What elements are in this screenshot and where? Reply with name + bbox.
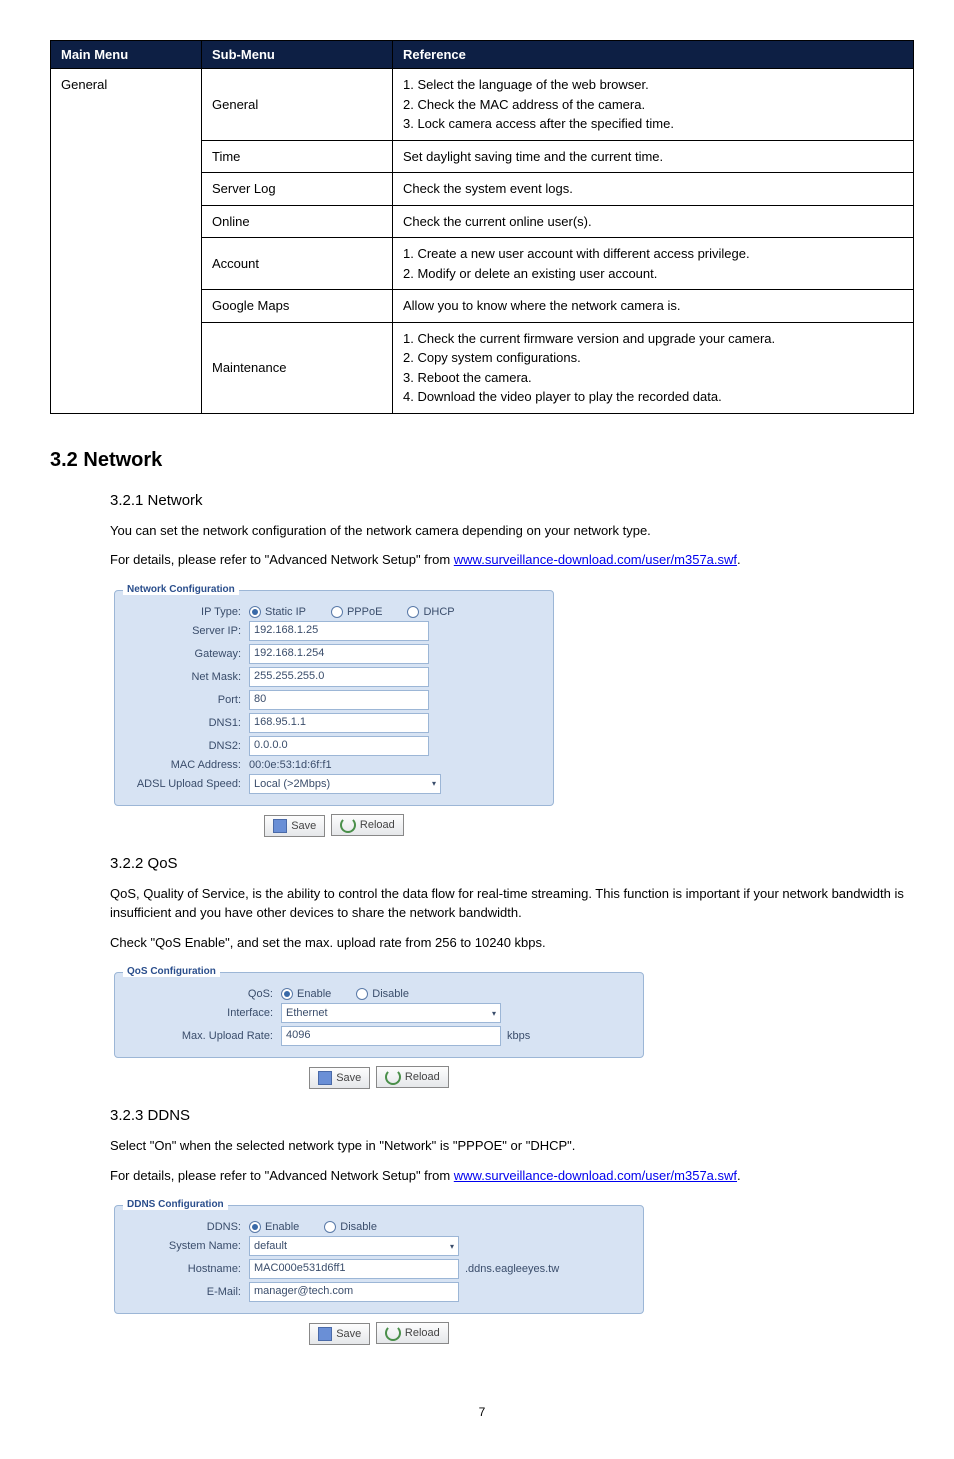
dns2-input[interactable]: 0.0.0.0	[249, 736, 429, 756]
field-label: DDNS:	[123, 1221, 249, 1233]
dns1-input[interactable]: 168.95.1.1	[249, 713, 429, 733]
field-label: Max. Upload Rate:	[123, 1030, 281, 1042]
email-input[interactable]: manager@tech.com	[249, 1282, 459, 1302]
netmask-input[interactable]: 255.255.255.0	[249, 667, 429, 687]
radio-ddns-disable[interactable]: Disable	[324, 1221, 377, 1233]
table-cell-ref: 1. Select the language of the web browse…	[393, 69, 914, 141]
table-cell-sub: Online	[202, 205, 393, 238]
field-label: DNS1:	[123, 717, 249, 729]
field-label: Server IP:	[123, 625, 249, 637]
subsection-heading: 3.2.1 Network	[110, 492, 914, 509]
doc-link[interactable]: www.surveillance-download.com/user/m357a…	[454, 1168, 737, 1183]
paragraph: Check "QoS Enable", and set the max. upl…	[110, 933, 914, 953]
interface-select[interactable]: Ethernet▾	[281, 1003, 501, 1023]
radio-pppoe[interactable]: PPPoE	[331, 606, 382, 618]
ddns-config-panel: DDNS Configuration DDNS: Enable Disable …	[114, 1205, 644, 1314]
field-label: DNS2:	[123, 740, 249, 752]
table-cell-ref: 1. Check the current firmware version an…	[393, 322, 914, 413]
max-upload-input[interactable]: 4096	[281, 1026, 501, 1046]
subsection-heading: 3.2.3 DDNS	[110, 1107, 914, 1124]
field-label: Hostname:	[123, 1263, 249, 1275]
field-label: ADSL Upload Speed:	[123, 778, 249, 790]
save-icon	[318, 1071, 332, 1085]
table-cell-ref: 1. Create a new user account with differ…	[393, 238, 914, 290]
network-config-panel: Network Configuration IP Type: Static IP…	[114, 590, 554, 806]
radio-qos-disable[interactable]: Disable	[356, 988, 409, 1000]
save-icon	[318, 1327, 332, 1341]
unit-label: kbps	[507, 1030, 530, 1042]
table-cell-ref: Check the system event logs.	[393, 173, 914, 206]
panel-title: DDNS Configuration	[123, 1199, 228, 1210]
qos-config-panel: QoS Configuration QoS: Enable Disable In…	[114, 972, 644, 1058]
mac-value: 00:0e:53:1d:6f:f1	[249, 759, 332, 771]
save-button[interactable]: Save	[309, 1323, 370, 1345]
table-header-sub: Sub-Menu	[202, 41, 393, 69]
save-button[interactable]: Save	[309, 1067, 370, 1089]
radio-qos-enable[interactable]: Enable	[281, 988, 331, 1000]
field-label: E-Mail:	[123, 1286, 249, 1298]
reference-table: Main Menu Sub-Menu Reference General Gen…	[50, 40, 914, 414]
field-label: Gateway:	[123, 648, 249, 660]
field-label: Net Mask:	[123, 671, 249, 683]
reload-icon	[385, 1325, 401, 1341]
paragraph: For details, please refer to "Advanced N…	[110, 1166, 914, 1186]
radio-dhcp[interactable]: DHCP	[407, 606, 454, 618]
paragraph: QoS, Quality of Service, is the ability …	[110, 884, 914, 923]
table-cell-sub: Time	[202, 140, 393, 173]
panel-title: Network Configuration	[123, 584, 239, 595]
server-ip-input[interactable]: 192.168.1.25	[249, 621, 429, 641]
radio-static-ip[interactable]: Static IP	[249, 606, 306, 618]
table-cell-sub: General	[202, 69, 393, 141]
subsection-heading: 3.2.2 QoS	[110, 855, 914, 872]
table-header-main: Main Menu	[51, 41, 202, 69]
chevron-down-icon: ▾	[432, 779, 436, 788]
doc-link[interactable]: www.surveillance-download.com/user/m357a…	[454, 552, 737, 567]
table-cell-sub: Server Log	[202, 173, 393, 206]
save-icon	[273, 819, 287, 833]
hostname-suffix: .ddns.eagleeyes.tw	[465, 1263, 559, 1275]
table-cell-sub: Maintenance	[202, 322, 393, 413]
paragraph: Select "On" when the selected network ty…	[110, 1136, 914, 1156]
paragraph: You can set the network configuration of…	[110, 521, 914, 541]
chevron-down-icon: ▾	[450, 1242, 454, 1251]
field-label: System Name:	[123, 1240, 249, 1252]
adsl-select[interactable]: Local (>2Mbps)▾	[249, 774, 441, 794]
reload-icon	[385, 1069, 401, 1085]
reload-button[interactable]: Reload	[376, 1322, 449, 1344]
page-number: 7	[50, 1405, 914, 1419]
panel-title: QoS Configuration	[123, 966, 220, 977]
field-label: MAC Address:	[123, 759, 249, 771]
table-cell-main: General	[51, 69, 202, 414]
field-label: QoS:	[123, 988, 281, 1000]
table-cell-sub: Google Maps	[202, 290, 393, 323]
field-label: IP Type:	[123, 606, 249, 618]
table-header-ref: Reference	[393, 41, 914, 69]
field-label: Interface:	[123, 1007, 281, 1019]
radio-ddns-enable[interactable]: Enable	[249, 1221, 299, 1233]
table-cell-ref: Allow you to know where the network came…	[393, 290, 914, 323]
gateway-input[interactable]: 192.168.1.254	[249, 644, 429, 664]
field-label: Port:	[123, 694, 249, 706]
reload-button[interactable]: Reload	[331, 814, 404, 836]
port-input[interactable]: 80	[249, 690, 429, 710]
table-cell-ref: Check the current online user(s).	[393, 205, 914, 238]
save-button[interactable]: Save	[264, 815, 325, 837]
paragraph: For details, please refer to "Advanced N…	[110, 550, 914, 570]
hostname-input[interactable]: MAC000e531d6ff1	[249, 1259, 459, 1279]
section-heading: 3.2 Network	[50, 449, 914, 472]
table-cell-sub: Account	[202, 238, 393, 290]
reload-icon	[340, 817, 356, 833]
system-name-select[interactable]: default▾	[249, 1236, 459, 1256]
chevron-down-icon: ▾	[492, 1009, 496, 1018]
table-cell-ref: Set daylight saving time and the current…	[393, 140, 914, 173]
reload-button[interactable]: Reload	[376, 1066, 449, 1088]
